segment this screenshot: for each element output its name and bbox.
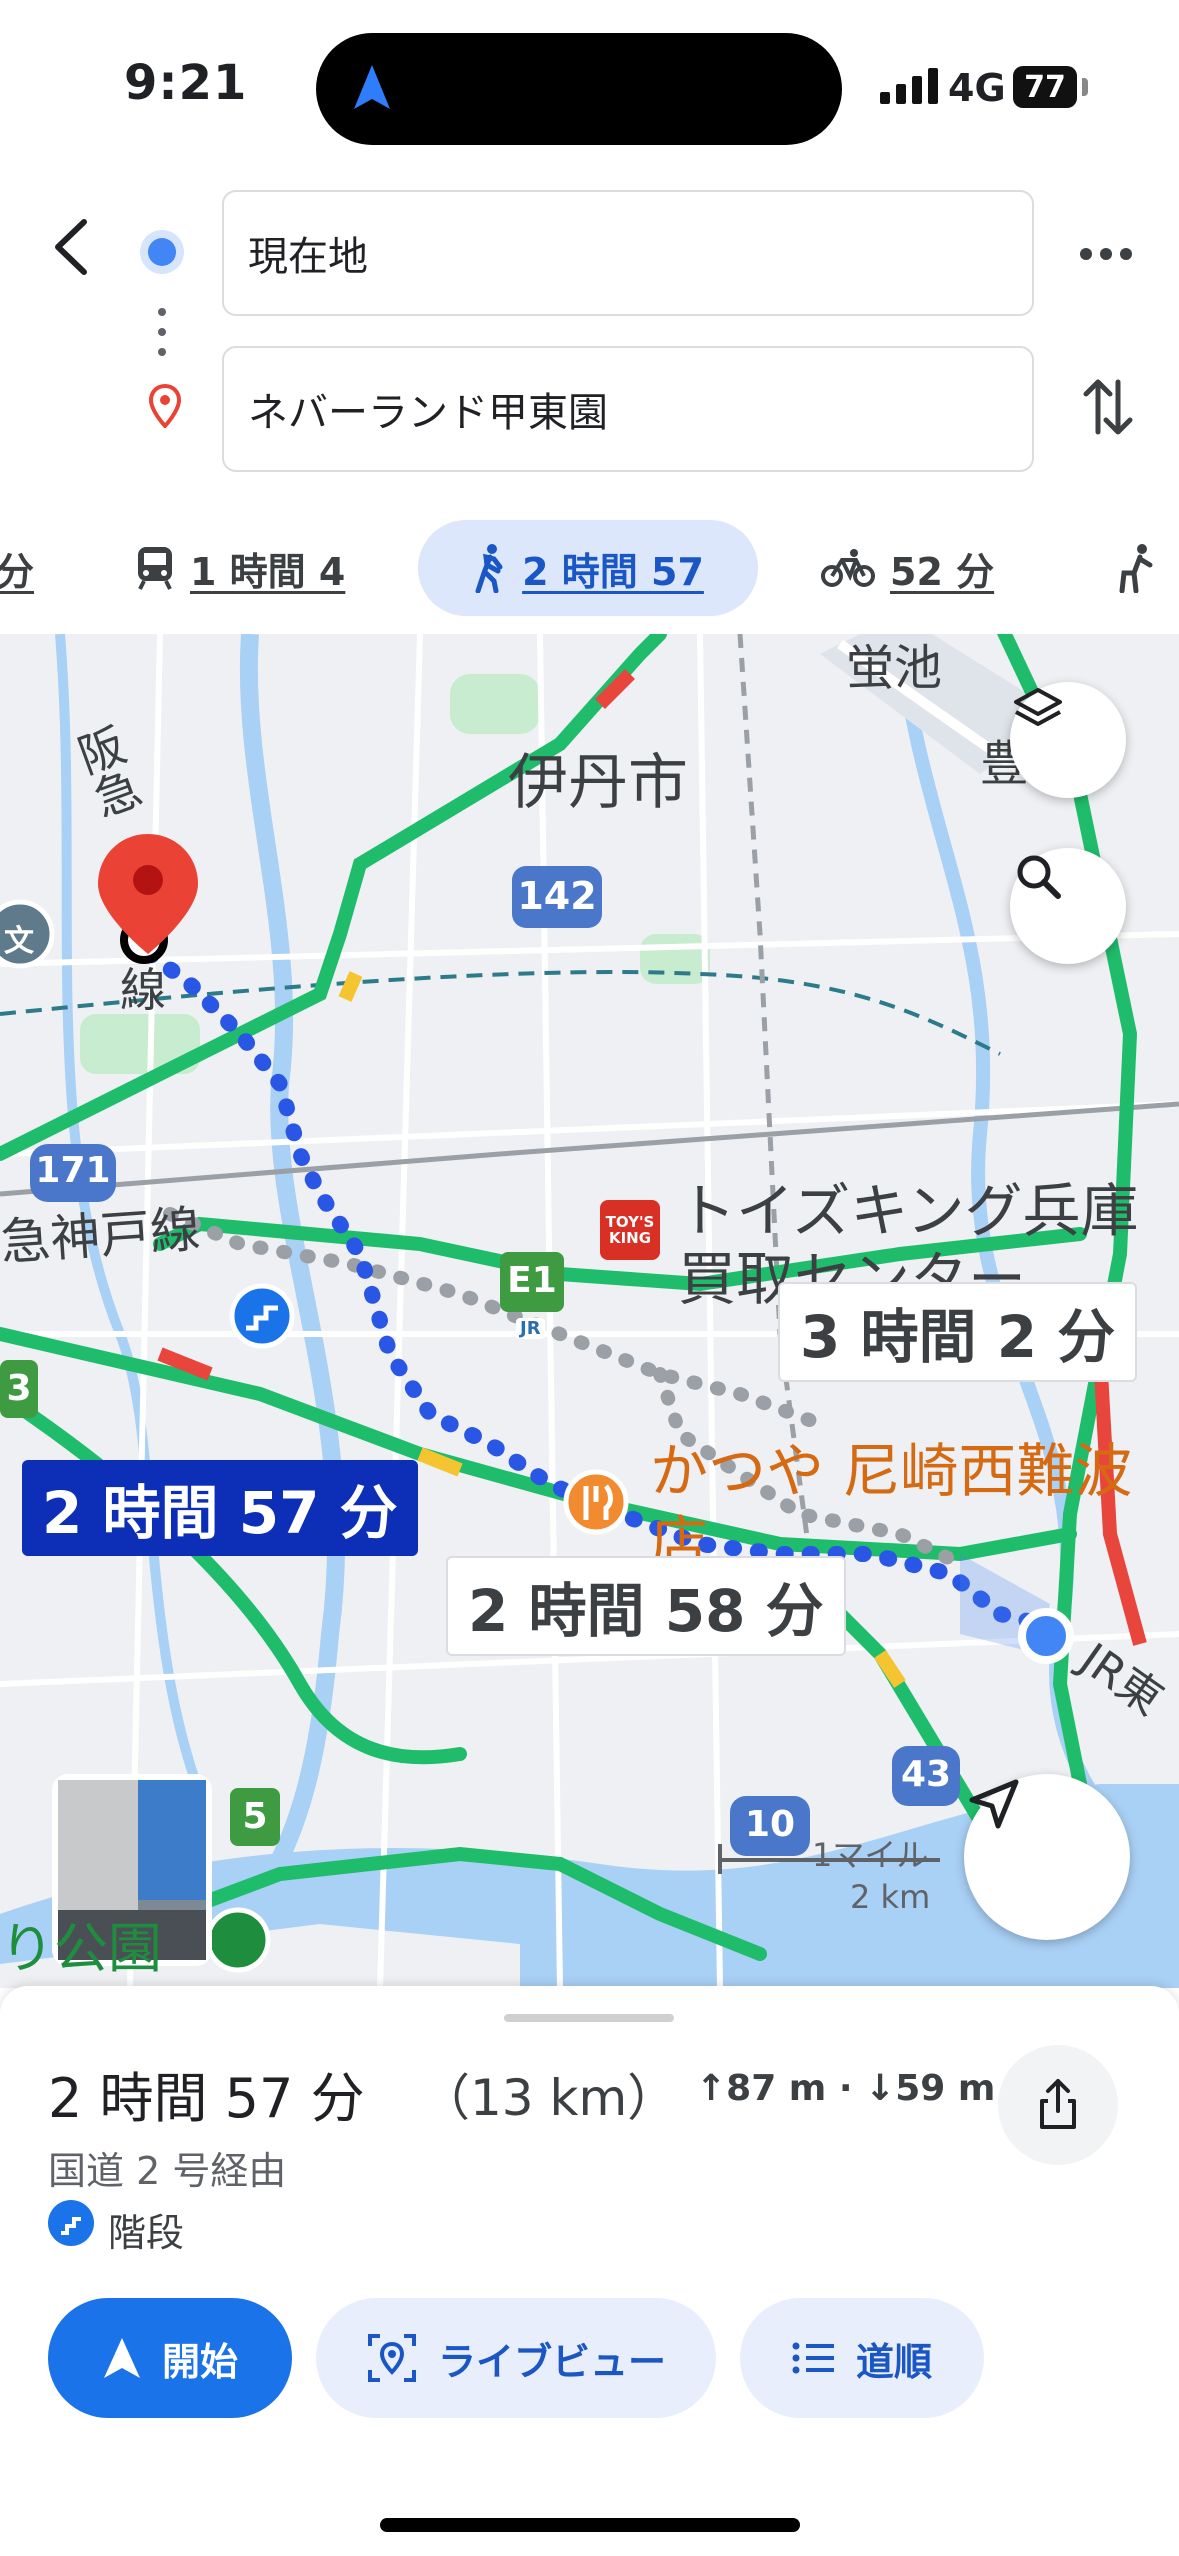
origin-dot-icon: [148, 238, 176, 266]
battery-indicator: 77: [1013, 66, 1077, 108]
navigation-arrow-icon: [103, 2338, 140, 2378]
stairs-label: 階段: [108, 2211, 185, 2255]
ride-icon: [1119, 544, 1153, 593]
route-shield: 171: [35, 1150, 111, 1191]
map-view[interactable]: 伊丹市 蛍池 豊 阪急 線 急神戸線 文 トイズキング兵庫 買取センター TOY…: [0, 634, 1179, 1988]
origin-field[interactable]: 現在地: [222, 190, 1034, 316]
tab-walk[interactable]: 2 時間 57: [418, 520, 758, 616]
destination-field[interactable]: ネバーランド甲東園: [222, 346, 1034, 472]
more-options-icon[interactable]: [1076, 236, 1136, 272]
tab-drive[interactable]: 分: [0, 520, 34, 616]
steps-label: 道順: [855, 2339, 932, 2384]
recenter-button[interactable]: [964, 1774, 1130, 1940]
tab-label: 52 分: [890, 549, 995, 594]
list-icon: [792, 2342, 834, 2374]
network-label: 4G: [948, 66, 1006, 110]
navigation-arrow-icon: [969, 1779, 1019, 1829]
start-label: 開始: [161, 2339, 238, 2384]
tab-bike[interactable]: 52 分: [820, 520, 994, 616]
scale-mile-label: 1マイル: [812, 1836, 929, 1874]
dynamic-island: [316, 33, 842, 145]
layers-button[interactable]: [1010, 682, 1126, 798]
home-indicator[interactable]: [380, 2518, 800, 2532]
route-shield: 10: [744, 1804, 796, 1845]
scale-km-label: 2 km: [850, 1878, 931, 1916]
toys-king-logo: TOY'S KING: [605, 1213, 655, 1247]
battery-tip: [1082, 78, 1088, 96]
place-label: 蛍池: [846, 640, 943, 696]
elevation-info: ↑87 m · ↓59 m: [696, 2068, 996, 2109]
route-time-main[interactable]: 2 時間 57 分: [22, 1460, 418, 1556]
search-icon: [1017, 855, 1061, 899]
share-icon: [1040, 2079, 1076, 2129]
city-label: 伊丹市: [508, 748, 688, 818]
route-via: 国道 2 号経由: [48, 2149, 287, 2193]
line-label: 急神戸線: [0, 1200, 203, 1272]
live-view-label: ライブビュー: [437, 2339, 666, 2384]
share-button[interactable]: [998, 2045, 1118, 2165]
poi-label: かつや 尼崎西難波: [650, 1437, 1133, 1505]
connector-dot: [158, 328, 166, 336]
stairs-icon: [48, 2200, 94, 2246]
tab-label: 1 時間 4: [190, 549, 346, 594]
street-view-thumbnail[interactable]: [52, 1774, 212, 1966]
jr-badge: JR: [516, 1318, 545, 1339]
route-distance: （13 km）: [420, 2069, 678, 2127]
start-button[interactable]: 開始: [48, 2298, 292, 2418]
travel-mode-tabs: 分 1 時間 4 2 時間 57 52 分: [0, 520, 1179, 616]
live-view-icon: [367, 2334, 416, 2382]
line-label: 線: [120, 963, 166, 1017]
connector-dot: [158, 308, 166, 316]
signal-icon: [880, 68, 938, 104]
tab-transit[interactable]: 1 時間 4: [134, 520, 345, 616]
route-shield: 5: [242, 1796, 268, 1837]
sheet-drag-handle[interactable]: [504, 2014, 674, 2022]
search-button[interactable]: [1010, 848, 1126, 964]
route-time-alt1[interactable]: 3 時間 2 分: [778, 1282, 1138, 1382]
walk-icon: [475, 544, 503, 593]
connector-dot: [158, 348, 166, 356]
train-icon: [138, 547, 172, 590]
tab-label: 2 時間 57: [522, 549, 704, 594]
route-duration: 2 時間 57 分: [48, 2067, 365, 2130]
layers-icon: [1014, 688, 1062, 726]
swap-icon[interactable]: [1080, 372, 1136, 442]
route-shield: 43: [900, 1754, 952, 1795]
school-icon: 文: [4, 924, 34, 959]
route-shield: 142: [517, 874, 597, 918]
tab-ride[interactable]: [1112, 520, 1156, 616]
back-arrow-icon[interactable]: [40, 212, 100, 282]
route-shield: 3: [6, 1368, 32, 1409]
destination-pin-icon: [149, 384, 181, 428]
tab-label: 分: [0, 549, 35, 594]
route-time-alt2[interactable]: 2 時間 58 分: [446, 1556, 846, 1656]
live-view-button[interactable]: ライブビュー: [316, 2298, 716, 2418]
route-shield: E1: [507, 1260, 557, 1301]
navigation-arrow-icon: [354, 65, 390, 109]
steps-button[interactable]: 道順: [740, 2298, 984, 2418]
status-time: 9:21: [124, 55, 248, 111]
bike-icon: [821, 549, 875, 587]
